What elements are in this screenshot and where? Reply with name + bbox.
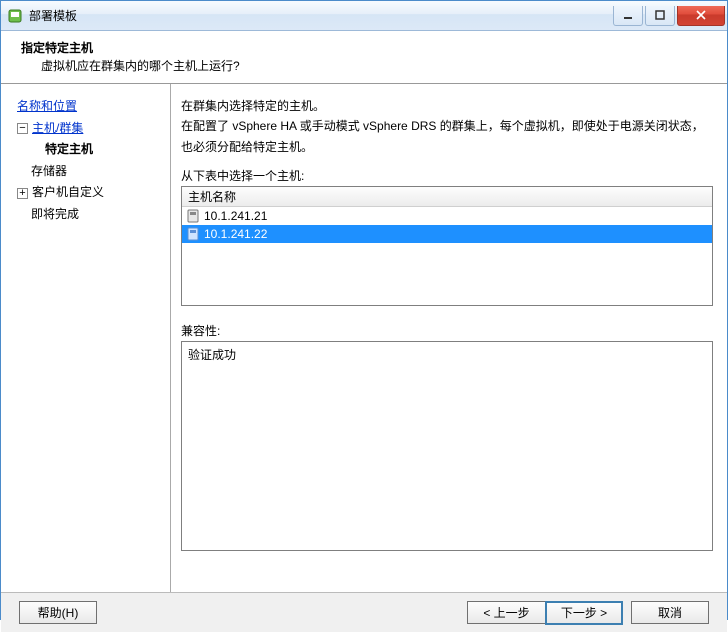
page-title: 指定特定主机 xyxy=(21,39,717,57)
wizard-body: 名称和位置 −主机/群集 特定主机 存储器 + 客户机自定义 即将完成 在群集内选… xyxy=(1,84,727,592)
compatibility-section: 兼容性: 验证成功 xyxy=(181,322,713,551)
wizard-header: 指定特定主机 虚拟机应在群集内的哪个主机上运行? xyxy=(1,31,727,84)
next-button[interactable]: 下一步 > xyxy=(545,601,623,625)
host-icon xyxy=(186,209,200,223)
instruction-line2: 在配置了 vSphere HA 或手动模式 vSphere DRS 的群集上，每… xyxy=(181,116,713,157)
nav-button-pair: < 上一步 下一步 > xyxy=(467,601,623,625)
tree-expand-icon[interactable]: + xyxy=(17,188,28,199)
table-prompt: 从下表中选择一个主机: xyxy=(181,167,713,184)
window-controls xyxy=(613,6,725,26)
maximize-button[interactable] xyxy=(645,6,675,26)
app-icon xyxy=(7,8,23,24)
nav-step-ready-to-complete: 即将完成 xyxy=(17,204,162,226)
host-ip: 10.1.241.21 xyxy=(204,209,267,223)
host-ip: 10.1.241.22 xyxy=(204,227,267,241)
titlebar: 部署模板 xyxy=(1,1,727,31)
table-row[interactable]: 10.1.241.22 xyxy=(182,225,712,243)
content-pane: 在群集内选择特定的主机。 在配置了 vSphere HA 或手动模式 vSphe… xyxy=(171,84,727,592)
nav-step-specific-host: 特定主机 xyxy=(17,139,162,161)
nav-link-label: 名称和位置 xyxy=(17,99,77,113)
nav-link-label: 主机/群集 xyxy=(32,121,83,135)
table-row[interactable]: 10.1.241.21 xyxy=(182,207,712,225)
back-button[interactable]: < 上一步 xyxy=(467,601,545,624)
compatibility-label: 兼容性: xyxy=(181,322,713,339)
wizard-footer: 帮助(H) < 上一步 下一步 > 取消 xyxy=(1,592,727,632)
nav-step-guest-customization: + 客户机自定义 xyxy=(17,182,162,204)
host-icon xyxy=(186,227,200,241)
host-table[interactable]: 主机名称 10.1.241.21 xyxy=(181,186,713,306)
compatibility-result: 验证成功 xyxy=(188,346,706,363)
host-table-body: 10.1.241.21 10.1.241.22 xyxy=(182,207,712,305)
window-title: 部署模板 xyxy=(29,7,77,24)
column-header-hostname[interactable]: 主机名称 xyxy=(182,187,712,207)
nav-label: 客户机自定义 xyxy=(32,185,104,199)
instructions: 在群集内选择特定的主机。 在配置了 vSphere HA 或手动模式 vSphe… xyxy=(181,96,713,157)
help-button[interactable]: 帮助(H) xyxy=(19,601,97,624)
page-subtitle: 虚拟机应在群集内的哪个主机上运行? xyxy=(21,57,717,75)
nav-step-storage: 存储器 xyxy=(17,161,162,183)
compatibility-box: 验证成功 xyxy=(181,341,713,551)
tree-collapse-icon[interactable]: − xyxy=(17,123,28,134)
nav-step-host-cluster[interactable]: −主机/群集 xyxy=(17,118,162,140)
minimize-button[interactable] xyxy=(613,6,643,26)
wizard-nav: 名称和位置 −主机/群集 特定主机 存储器 + 客户机自定义 即将完成 xyxy=(1,84,171,592)
close-button[interactable] xyxy=(677,6,725,26)
nav-step-name-location[interactable]: 名称和位置 xyxy=(17,96,162,118)
instruction-line1: 在群集内选择特定的主机。 xyxy=(181,96,713,116)
cancel-button[interactable]: 取消 xyxy=(631,601,709,624)
